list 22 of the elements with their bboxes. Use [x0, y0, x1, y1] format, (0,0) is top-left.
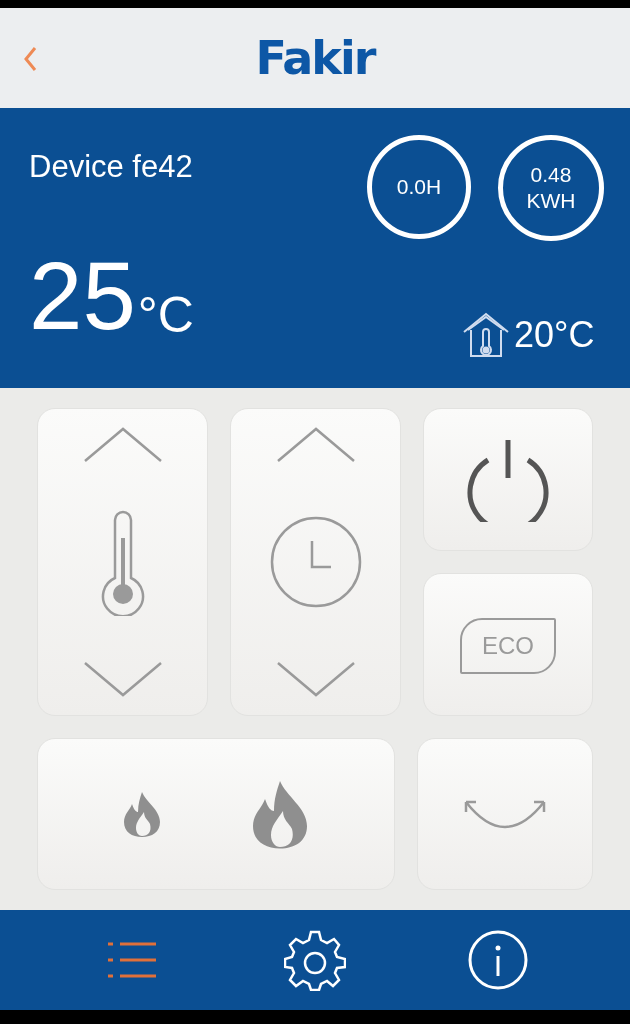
up-chevron-icon [275, 427, 356, 463]
small-flame-icon [121, 790, 162, 838]
info-icon [467, 929, 530, 991]
eco-leaf-badge: ECO [460, 617, 556, 674]
flame-level-button[interactable] [37, 738, 395, 890]
list-icon [106, 940, 157, 980]
up-chevron-icon [82, 427, 163, 463]
down-chevron-icon [275, 661, 356, 697]
settings-icon [284, 929, 346, 991]
eco-button[interactable]: ECO [423, 573, 593, 716]
timer-badge: 0.0H [367, 135, 471, 239]
device-name: Device fe42 [29, 148, 193, 186]
energy-badge: 0.48 KWH [498, 135, 604, 241]
brand-logo: Fakir [255, 35, 375, 81]
temperature-unit: °C [137, 290, 194, 340]
room-temperature: 20°C [514, 317, 595, 353]
house-thermometer-icon [462, 312, 510, 358]
power-button[interactable] [423, 408, 593, 551]
clock-icon [268, 515, 363, 609]
temperature-value: 25 [29, 248, 136, 344]
back-icon [23, 46, 37, 72]
down-chevron-icon [82, 661, 163, 697]
